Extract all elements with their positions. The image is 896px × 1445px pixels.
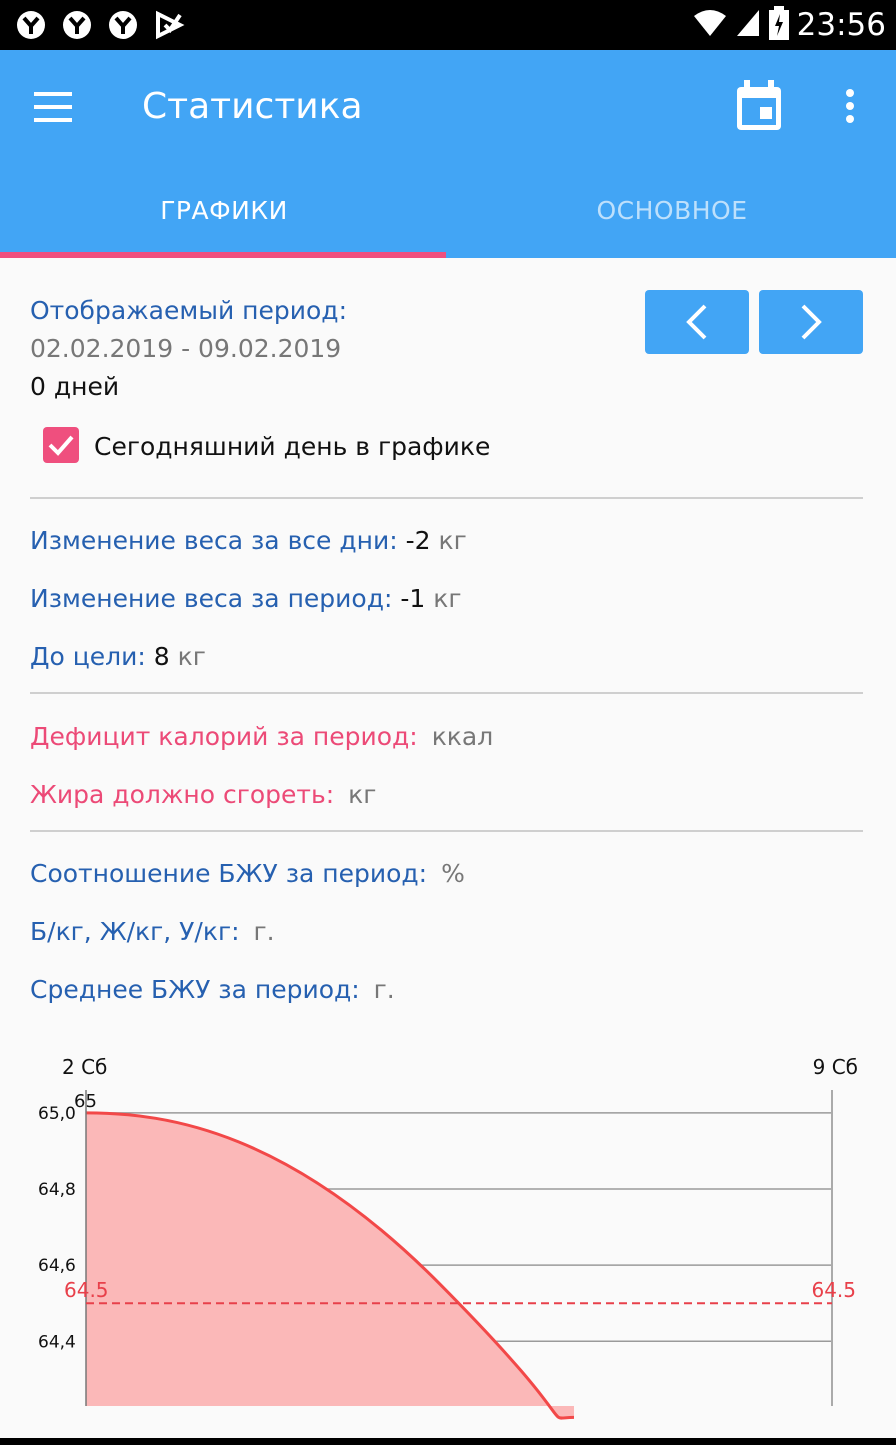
- macro-per-kg: Б/кг, Ж/кг, У/кг: г.: [30, 917, 275, 946]
- calorie-deficit-label: Дефицит калорий за период:: [30, 722, 418, 751]
- x-tick-label: 9 Сб: [813, 1055, 858, 1079]
- calendar-icon[interactable]: [734, 80, 784, 132]
- tab-basic[interactable]: ОСНОВНОЕ: [448, 196, 896, 225]
- today-in-chart-checkbox[interactable]: [43, 427, 79, 463]
- y-tick-label: 65,0: [38, 1104, 76, 1124]
- macro-average-unit: г.: [373, 975, 395, 1004]
- macro-per-kg-label: Б/кг, Ж/кг, У/кг:: [30, 917, 240, 946]
- weight-change-all: Изменение веса за все дни: -2 кг: [30, 526, 467, 555]
- signal-icon: [735, 8, 761, 42]
- app-bar: Статистика: [0, 50, 896, 258]
- check-icon: [48, 435, 74, 456]
- calorie-deficit: Дефицит калорий за период: ккал: [30, 722, 493, 751]
- prev-period-button[interactable]: [645, 290, 749, 354]
- weight-change-period: Изменение веса за период: -1 кг: [30, 584, 462, 613]
- x-tick-label: 2 Сб: [62, 1055, 107, 1079]
- notification-icon: [60, 8, 94, 42]
- to-goal-label: До цели:: [30, 642, 146, 671]
- target-label-left: 64.5: [64, 1278, 109, 1302]
- divider: [30, 497, 863, 499]
- to-goal-value: 8: [153, 642, 170, 671]
- macro-average: Среднее БЖУ за период: г.: [30, 975, 395, 1004]
- next-period-button[interactable]: [759, 290, 863, 354]
- tab-graphs[interactable]: ГРАФИКИ: [0, 196, 448, 225]
- weight-change-period-label: Изменение веса за период:: [30, 584, 393, 613]
- macro-per-kg-unit: г.: [253, 917, 275, 946]
- macro-ratio-label: Соотношение БЖУ за период:: [30, 859, 428, 888]
- macro-ratio-unit: %: [441, 859, 465, 888]
- stats-content: Отображаемый период: 02.02.2019 - 09.02.…: [0, 258, 896, 1438]
- chevron-left-icon: [686, 304, 707, 340]
- notification-icon: [152, 8, 186, 42]
- y-tick-label: 64,6: [38, 1256, 76, 1276]
- fat-burn-unit: кг: [348, 780, 377, 809]
- status-time: 23:56: [796, 7, 886, 43]
- divider: [30, 830, 863, 832]
- macro-average-label: Среднее БЖУ за период:: [30, 975, 360, 1004]
- divider: [30, 692, 863, 694]
- chevron-right-icon: [801, 304, 822, 340]
- more-vert-icon[interactable]: [838, 88, 862, 124]
- hamburger-icon[interactable]: [34, 92, 72, 122]
- battery-icon: [768, 6, 789, 44]
- data-point-label: 65: [74, 1091, 97, 1112]
- notification-icon: [106, 8, 140, 42]
- today-in-chart-label: Сегодняшний день в графике: [94, 432, 491, 461]
- y-tick-label: 64,8: [38, 1180, 76, 1200]
- period-range: 02.02.2019 - 09.02.2019: [30, 334, 342, 363]
- status-bar: 23:56: [0, 0, 896, 50]
- weight-change-period-value: -1: [400, 584, 426, 613]
- macro-ratio: Соотношение БЖУ за период: %: [30, 859, 465, 888]
- calorie-deficit-unit: ккал: [431, 722, 494, 751]
- to-goal: До цели: 8 кг: [30, 642, 206, 671]
- fat-burn-label: Жира должно сгореть:: [30, 780, 335, 809]
- page-title: Статистика: [142, 86, 363, 127]
- period-label: Отображаемый период:: [30, 296, 348, 325]
- weight-change-all-label: Изменение веса за все дни:: [30, 526, 398, 555]
- target-label-right: 64.5: [811, 1278, 856, 1302]
- weight-change-all-value: -2: [405, 526, 431, 555]
- weight-change-all-unit: кг: [438, 526, 467, 555]
- weight-change-period-unit: кг: [433, 584, 462, 613]
- notification-icon: [14, 8, 48, 42]
- weight-chart[interactable]: 65,0 64,8 64,6 64,4 64.5 64.5 65 2 Сб 9 Сб: [0, 1050, 896, 1438]
- y-tick-label: 64,4: [38, 1332, 76, 1352]
- wifi-icon: [693, 8, 727, 42]
- to-goal-unit: кг: [177, 642, 206, 671]
- fat-burn: Жира должно сгореть: кг: [30, 780, 376, 809]
- period-days: 0 дней: [30, 372, 120, 401]
